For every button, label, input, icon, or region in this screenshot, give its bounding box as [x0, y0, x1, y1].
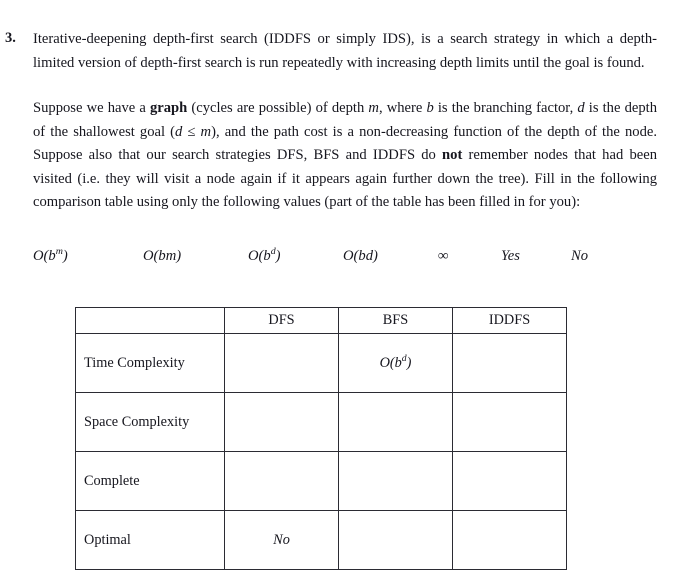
cell-optimal-bfs[interactable] — [338, 510, 453, 570]
value-bank-item: O(bm) — [33, 246, 68, 265]
question-block: 3. Iterative-deepening depth-first searc… — [0, 28, 681, 215]
row-label-time-complexity: Time Complexity — [75, 333, 225, 393]
cell-base: No — [273, 531, 290, 548]
p2-part-1: Suppose we have a — [33, 100, 150, 116]
comparison-table-wrapper: DFS BFS IDDFS Time Complexity O(bd) Spac… — [75, 307, 567, 570]
question-paragraph-1: Iterative-deepening depth-first search (… — [33, 31, 657, 71]
value-base: O(b — [248, 248, 271, 264]
cell-complete-iddfs[interactable] — [452, 451, 567, 511]
table-row: Space Complexity — [75, 392, 567, 452]
header-cell-blank — [75, 307, 225, 334]
value-superscript: m — [55, 246, 63, 258]
p2-var-d: d — [577, 100, 585, 116]
row-label-optimal: Optimal — [75, 510, 225, 570]
header-cell-bfs: BFS — [338, 307, 453, 334]
cell-complete-bfs[interactable] — [338, 451, 453, 511]
value-base: ∞ — [438, 248, 449, 264]
value-bank-item: O(bd) — [248, 247, 281, 265]
question-paragraph-2: Suppose we have a graph (cycles are poss… — [33, 97, 657, 215]
value-bank-item: O(bd) — [343, 248, 378, 265]
cell-optimal-dfs[interactable]: No — [224, 510, 339, 570]
value-bank-item-yes: Yes — [501, 248, 520, 265]
table-header-row: DFS BFS IDDFS — [75, 307, 567, 334]
header-cell-dfs: DFS — [224, 307, 339, 334]
cell-optimal-iddfs[interactable] — [452, 510, 567, 570]
answer-value-bank: O(bm) O(bm) O(bd) O(bd) ∞ Yes No — [33, 246, 657, 272]
value-bank-item-infinity: ∞ — [438, 248, 448, 265]
question-body: Iterative-deepening depth-first search (… — [33, 28, 657, 215]
cell-space-dfs[interactable] — [224, 392, 339, 452]
cell-tail: ) — [406, 354, 412, 371]
value-base: No — [571, 248, 589, 264]
value-base: O(b — [33, 248, 56, 264]
p2-var-b: b — [426, 100, 434, 116]
row-label-space-complexity: Space Complexity — [75, 392, 225, 452]
cell-space-iddfs[interactable] — [452, 392, 567, 452]
value-base: Yes — [501, 248, 520, 264]
header-cell-iddfs: IDDFS — [452, 307, 567, 334]
table-row: Time Complexity O(bd) — [75, 333, 567, 393]
value-tail: ) — [275, 248, 281, 264]
value-base: O(bm) — [143, 248, 182, 264]
comparison-table: DFS BFS IDDFS Time Complexity O(bd) Spac… — [75, 307, 567, 570]
cell-space-bfs[interactable] — [338, 392, 453, 452]
table-row: Optimal No — [75, 510, 567, 570]
cell-time-iddfs[interactable] — [452, 333, 567, 393]
p2-emphasis-graph: graph — [149, 100, 188, 116]
p2-part-2: (cycles are possible) of depth — [187, 100, 369, 116]
p2-part-3: , where — [378, 100, 427, 116]
table-row: Complete — [75, 451, 567, 511]
p2-condition: d ≤ m — [175, 123, 212, 140]
row-label-complete: Complete — [75, 451, 225, 511]
cell-time-bfs[interactable]: O(bd) — [338, 333, 453, 393]
value-bank-item-no: No — [571, 248, 588, 265]
p2-emphasis-not: not — [442, 147, 463, 163]
value-bank-item: O(bm) — [143, 248, 181, 265]
question-number: 3. — [5, 30, 16, 46]
value-base: O(bd) — [343, 248, 378, 264]
cell-time-dfs[interactable] — [224, 333, 339, 393]
p2-var-m: m — [368, 100, 379, 116]
cell-complete-dfs[interactable] — [224, 451, 339, 511]
p2-part-4: is the branching factor, — [433, 100, 578, 116]
cell-base: O(b — [379, 354, 402, 371]
value-tail: ) — [62, 248, 68, 264]
